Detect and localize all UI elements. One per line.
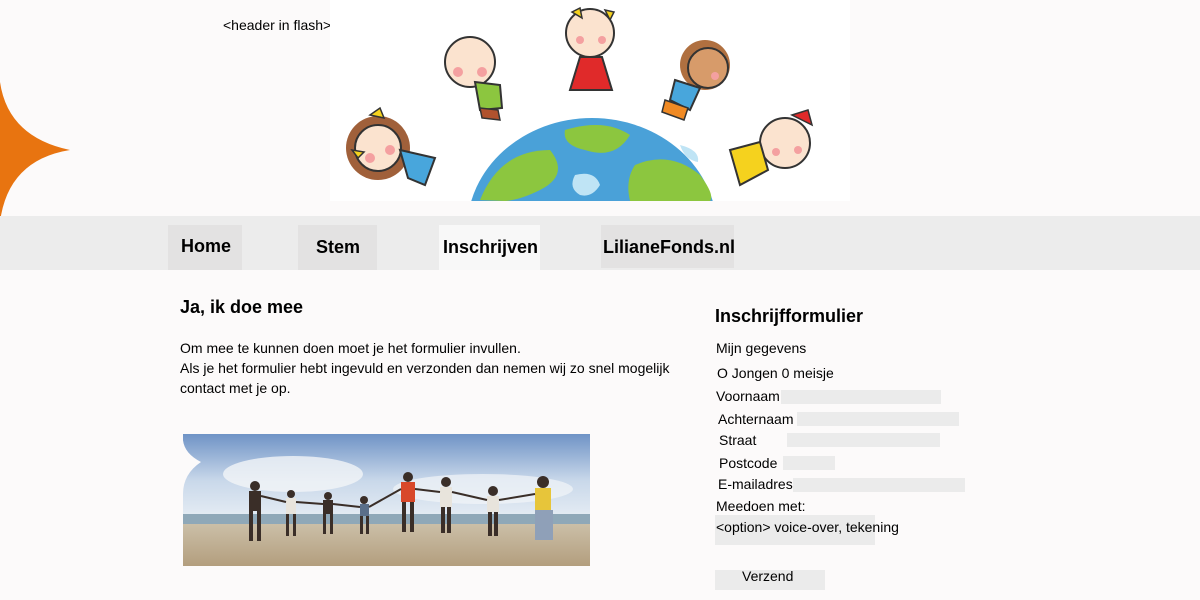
intro-text: Om mee te kunnen doen moet je het formul… bbox=[180, 338, 670, 398]
kid-illustration-2 bbox=[444, 36, 504, 121]
postcode-input[interactable] bbox=[783, 456, 835, 470]
intro-line: contact met je op. bbox=[180, 380, 291, 396]
straat-input[interactable] bbox=[787, 433, 940, 447]
form-title: Inschrijfformulier bbox=[715, 306, 864, 326]
voornaam-input[interactable] bbox=[781, 390, 941, 404]
main-nav: Home Stem Inschrijven LilianeFonds.nl bbox=[0, 216, 1200, 270]
nav-item-stem[interactable]: Stem bbox=[298, 225, 377, 270]
kid-illustration-4 bbox=[661, 40, 730, 121]
achternaam-input[interactable] bbox=[797, 412, 959, 426]
intro-line: Om mee te kunnen doen moet je het formul… bbox=[180, 340, 521, 356]
field-label-voornaam: Voornaam bbox=[716, 388, 780, 404]
email-input[interactable] bbox=[793, 478, 965, 492]
header-flash-placeholder: <header in flash> bbox=[223, 17, 332, 33]
nav-item-label: Stem bbox=[316, 237, 361, 257]
orange-star-decoration bbox=[0, 82, 70, 222]
intro-line: Als je het formulier hebt ingevuld en ve… bbox=[180, 360, 670, 376]
participate-label: Meedoen met: bbox=[716, 498, 806, 514]
header-banner-illustration bbox=[330, 0, 850, 201]
participation-option-text: <option> voice-over, tekening bbox=[716, 519, 899, 535]
field-label-email: E-mailadres bbox=[718, 476, 793, 492]
header: <header in flash> bbox=[0, 0, 1200, 222]
submit-button[interactable]: Verzend bbox=[715, 568, 825, 590]
submit-button-label: Verzend bbox=[742, 568, 794, 584]
nav-item-lilianefonds[interactable]: LilianeFonds.nl bbox=[601, 225, 736, 268]
field-label-achternaam: Achternaam bbox=[718, 411, 794, 427]
gender-radio-group[interactable]: O Jongen 0 meisje bbox=[717, 365, 834, 381]
field-label-straat: Straat bbox=[719, 432, 757, 448]
nav-item-home[interactable]: Home bbox=[168, 225, 242, 270]
nav-item-label: Inschrijven bbox=[443, 237, 539, 257]
nav-item-inschrijven[interactable]: Inschrijven bbox=[439, 225, 540, 270]
kid-illustration-3 bbox=[565, 6, 616, 91]
kid-illustration-1 bbox=[346, 106, 437, 187]
globe-illustration bbox=[471, 118, 713, 201]
field-label-postcode: Postcode bbox=[719, 455, 778, 471]
nav-item-label: LilianeFonds.nl bbox=[603, 237, 736, 257]
nav-item-label: Home bbox=[181, 236, 232, 256]
page-title: Ja, ik doe mee bbox=[180, 297, 304, 317]
kid-illustration-5 bbox=[728, 109, 814, 187]
children-beach-photo bbox=[183, 434, 590, 566]
form-section-label: Mijn gegevens bbox=[716, 340, 807, 356]
